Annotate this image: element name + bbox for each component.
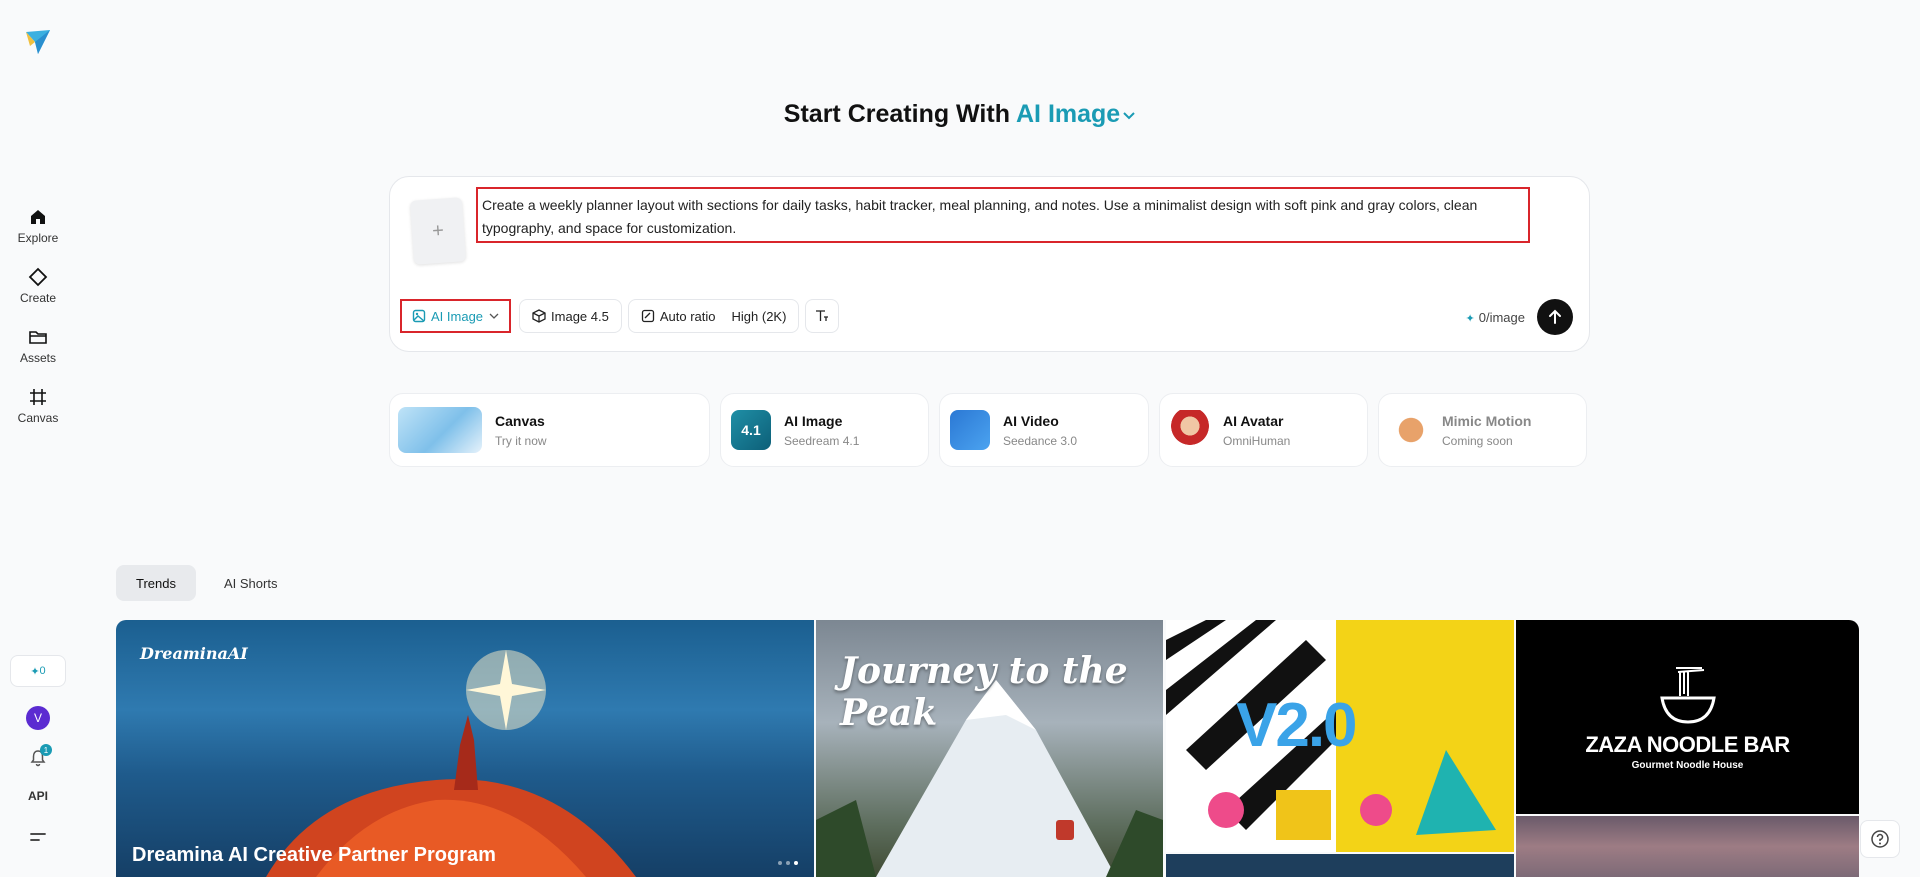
carousel-dot[interactable] bbox=[794, 861, 798, 865]
sparkle-icon: ✦ bbox=[1465, 313, 1475, 325]
feature-title: AI Video bbox=[1003, 412, 1059, 429]
avatar[interactable]: V bbox=[26, 706, 50, 730]
credits-pill[interactable]: ✦ 0 bbox=[10, 655, 66, 687]
image-icon bbox=[412, 309, 426, 323]
submit-button[interactable] bbox=[1537, 299, 1573, 335]
upload-reference-button[interactable]: + bbox=[409, 197, 467, 265]
ratio-label: Auto ratio bbox=[659, 308, 716, 324]
sidebar-item-assets[interactable]: Assets bbox=[0, 327, 76, 365]
feature-subtitle: OmniHuman bbox=[1223, 433, 1291, 448]
feature-subtitle: Seedance 3.0 bbox=[1003, 433, 1078, 448]
carousel-dot[interactable] bbox=[786, 861, 790, 865]
question-icon bbox=[1871, 830, 1889, 848]
gallery-banner[interactable]: DreaminaAI Dreamina AI Creative Partner … bbox=[116, 620, 814, 877]
cost-indicator: ✦ 0/image bbox=[1466, 310, 1525, 325]
help-button[interactable] bbox=[1860, 820, 1900, 858]
sidebar-item-create[interactable]: Create bbox=[0, 267, 76, 305]
diamond-icon bbox=[28, 267, 48, 287]
model-select[interactable]: Image 4.5 bbox=[519, 299, 622, 333]
menu-icon[interactable] bbox=[29, 830, 47, 844]
ai-video-thumbnail bbox=[950, 410, 990, 450]
feature-subtitle: Try it now bbox=[495, 433, 547, 448]
feature-card-ai-video[interactable]: AI Video Seedance 3.0 bbox=[939, 393, 1149, 467]
sidebar-item-label: Create bbox=[19, 291, 57, 305]
carousel-dot[interactable] bbox=[778, 861, 782, 865]
ai-image-thumbnail: 4.1 bbox=[731, 410, 771, 450]
canvas-thumbnail bbox=[398, 407, 482, 453]
feature-card-ai-image[interactable]: 4.1 AI Image Seedream 4.1 bbox=[720, 393, 929, 467]
quality-label: High (2K) bbox=[731, 308, 787, 324]
generation-mode-select[interactable]: AI Image bbox=[400, 299, 512, 333]
sparkle-icon: ✦ bbox=[30, 665, 40, 678]
plus-icon: + bbox=[431, 219, 445, 242]
sidebar-item-canvas[interactable]: Canvas bbox=[0, 387, 76, 425]
generation-mode-label: AI Image bbox=[431, 308, 484, 324]
feature-card-ai-avatar[interactable]: AI Avatar OmniHuman bbox=[1159, 393, 1368, 467]
gallery-tabs: Trends AI Shorts bbox=[116, 565, 305, 601]
cost-label: 0/image bbox=[1478, 310, 1525, 325]
feature-card-canvas[interactable]: Canvas Try it now bbox=[389, 393, 710, 467]
cube-icon bbox=[532, 309, 546, 323]
feature-title: AI Avatar bbox=[1223, 412, 1284, 429]
ai-avatar-thumbnail bbox=[1170, 410, 1210, 450]
model-label: Image 4.5 bbox=[551, 308, 609, 324]
gallery-item-journey[interactable]: Journey to the Peak bbox=[816, 620, 1163, 877]
gallery-item-zaza[interactable]: ZAZA NOODLE BAR Gourmet Noodle House bbox=[1516, 620, 1859, 814]
home-icon bbox=[31, 210, 45, 224]
chevron-down-icon bbox=[489, 313, 499, 319]
sidebar-item-label: Canvas bbox=[17, 411, 59, 425]
feature-subtitle: Seedream 4.1 bbox=[784, 433, 860, 448]
zaza-subtitle: Gourmet Noodle House bbox=[1631, 760, 1744, 771]
feature-subtitle: Coming soon bbox=[1442, 433, 1513, 448]
prompt-toolbar: AI Image Image 4.5 Auto ratio High (2K) bbox=[400, 299, 845, 333]
feature-title: Canvas bbox=[495, 412, 545, 429]
noodle-bowl-icon bbox=[1660, 667, 1716, 724]
credits-count: 0 bbox=[39, 665, 46, 677]
feature-title: Mimic Motion bbox=[1442, 412, 1532, 429]
sidebar-item-label: Explore bbox=[17, 231, 59, 245]
sidebar-item-label: Assets bbox=[19, 351, 56, 365]
dreamina-logo-icon[interactable] bbox=[24, 28, 52, 56]
gallery-item-v2[interactable]: V2.0 bbox=[1166, 620, 1514, 852]
gallery-item-preview[interactable] bbox=[1166, 854, 1514, 877]
prompt-input[interactable]: Create a weekly planner layout with sect… bbox=[476, 187, 1530, 243]
page-title: Start Creating With AI Image bbox=[0, 100, 1920, 129]
notification-badge: 1 bbox=[40, 744, 52, 756]
text-format-icon bbox=[816, 310, 829, 321]
folder-icon bbox=[29, 331, 47, 344]
feature-card-mimic-motion: Mimic Motion Coming soon bbox=[1378, 393, 1587, 467]
prompt-card: + Create a weekly planner layout with se… bbox=[389, 176, 1590, 352]
sidebar-item-explore[interactable]: Explore bbox=[0, 207, 76, 245]
tab-ai-shorts[interactable]: AI Shorts bbox=[204, 565, 297, 601]
zaza-title: ZAZA NOODLE BAR bbox=[1585, 732, 1790, 757]
journey-title: Journey to the Peak bbox=[840, 650, 1128, 734]
gallery-item-landscape[interactable] bbox=[1516, 816, 1859, 877]
mimic-motion-thumbnail bbox=[1389, 410, 1429, 450]
v2-title: V2.0 bbox=[1236, 691, 1358, 760]
feature-title: AI Image bbox=[784, 412, 843, 429]
api-link[interactable]: API bbox=[0, 789, 76, 803]
carousel-dots[interactable] bbox=[774, 861, 798, 865]
tab-trends[interactable]: Trends bbox=[116, 565, 196, 601]
chevron-down-icon bbox=[1123, 112, 1135, 120]
mode-label: AI Image bbox=[1016, 100, 1121, 128]
mode-dropdown[interactable]: AI Image bbox=[1016, 100, 1136, 128]
banner-title: Dreamina AI Creative Partner Program bbox=[132, 844, 496, 866]
banner-brand: DreaminaAI bbox=[140, 644, 248, 663]
ratio-quality-select[interactable]: Auto ratio High (2K) bbox=[627, 299, 800, 333]
arrow-up-icon bbox=[1549, 309, 1561, 324]
page-title-prefix: Start Creating With bbox=[783, 100, 1010, 128]
frame-icon bbox=[30, 389, 46, 405]
text-style-button[interactable] bbox=[805, 299, 840, 333]
aspect-ratio-icon bbox=[641, 309, 655, 323]
sidebar: Explore Create Assets Canvas ✦ 0 V 1 API bbox=[0, 0, 76, 877]
